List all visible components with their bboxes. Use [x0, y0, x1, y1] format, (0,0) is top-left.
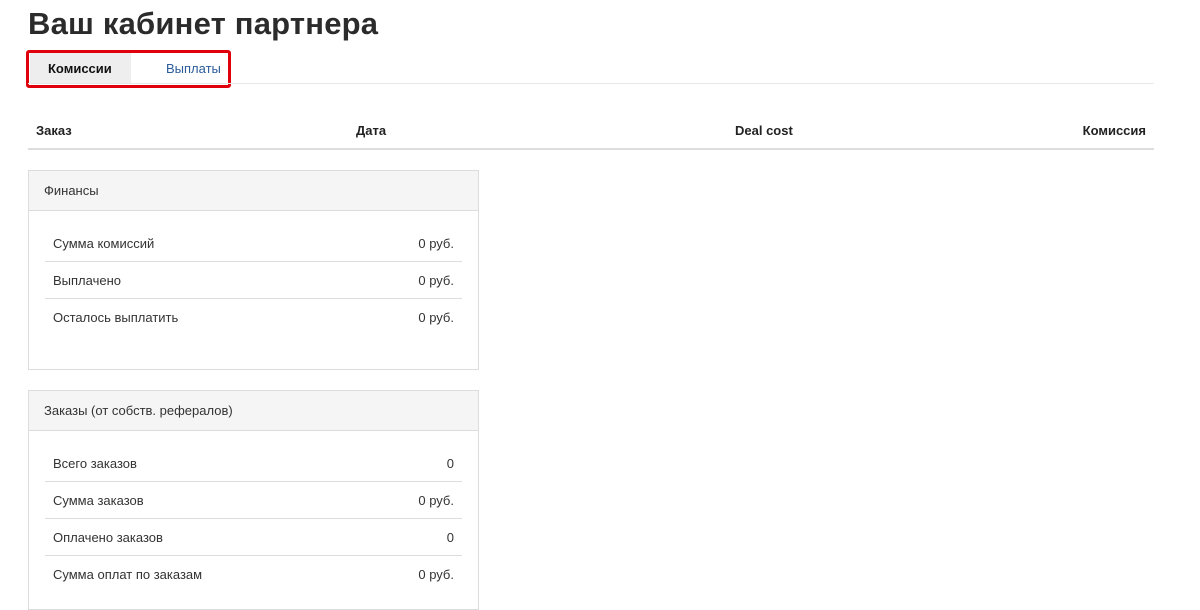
row-label: Сумма заказов	[53, 492, 144, 508]
orders-panel-title: Заказы (от собств. рефералов)	[29, 391, 478, 431]
orders-panel-body: Всего заказов 0 Сумма заказов 0 руб. Опл…	[29, 431, 478, 592]
column-header-date[interactable]: Дата	[356, 123, 386, 138]
finance-row-commission-sum: Сумма комиссий 0 руб.	[45, 225, 462, 262]
row-label: Осталось выплатить	[53, 309, 179, 325]
orders-row-payments-sum: Сумма оплат по заказам 0 руб.	[45, 556, 462, 592]
row-value: 0 руб.	[418, 272, 454, 288]
commissions-table-header: Заказ Дата Deal cost Комиссия	[28, 110, 1154, 150]
orders-row-total: Всего заказов 0	[45, 445, 462, 482]
finance-row-paid: Выплачено 0 руб.	[45, 262, 462, 299]
row-value: 0	[446, 529, 454, 545]
orders-row-paid-count: Оплачено заказов 0	[45, 519, 462, 556]
page-title: Ваш кабинет партнера	[28, 6, 379, 41]
column-header-deal-cost[interactable]: Deal cost	[735, 123, 793, 138]
row-value: 0	[446, 455, 454, 471]
row-value: 0 руб.	[418, 566, 454, 582]
row-value: 0 руб.	[418, 309, 454, 325]
orders-row-sum: Сумма заказов 0 руб.	[45, 482, 462, 519]
finance-panel-title: Финансы	[29, 171, 478, 211]
finance-panel: Финансы Сумма комиссий 0 руб. Выплачено …	[28, 170, 479, 370]
row-label: Выплачено	[53, 272, 121, 288]
row-value: 0 руб.	[418, 492, 454, 508]
row-label: Всего заказов	[53, 455, 137, 471]
tab-payouts[interactable]: Выплаты	[131, 53, 239, 83]
row-value: 0 руб.	[418, 235, 454, 251]
column-header-commission[interactable]: Комиссия	[1083, 123, 1146, 138]
row-label: Сумма комиссий	[53, 235, 155, 251]
tabs: Комиссии Выплаты	[30, 53, 239, 83]
finance-row-remaining: Осталось выплатить 0 руб.	[45, 299, 462, 335]
tab-commissions[interactable]: Комиссии	[30, 53, 131, 83]
orders-panel: Заказы (от собств. рефералов) Всего зака…	[28, 390, 479, 610]
row-label: Оплачено заказов	[53, 529, 163, 545]
row-label: Сумма оплат по заказам	[53, 566, 203, 582]
column-header-order[interactable]: Заказ	[36, 123, 72, 138]
tabs-divider	[28, 83, 1154, 84]
finance-panel-body: Сумма комиссий 0 руб. Выплачено 0 руб. О…	[29, 211, 478, 335]
